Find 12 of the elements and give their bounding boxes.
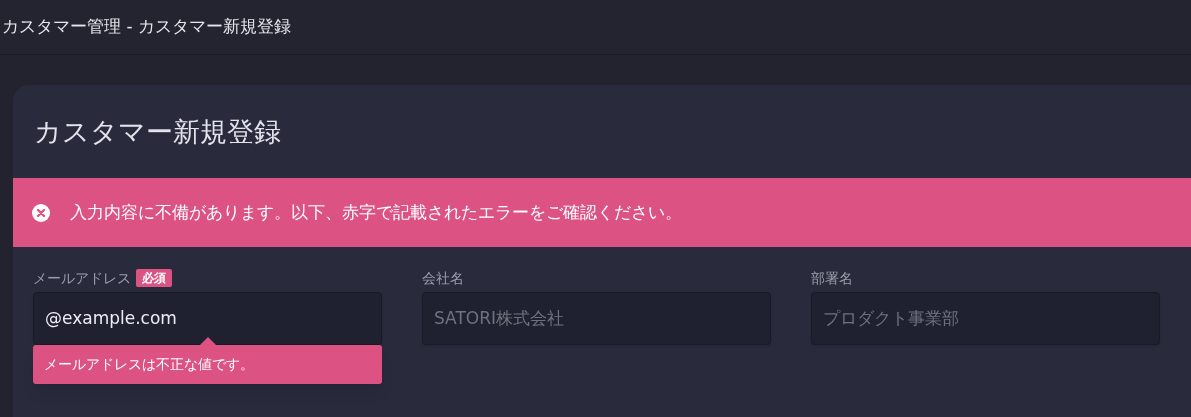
required-tag: 必須 [136,269,172,287]
field-label: メールアドレス [33,268,131,288]
alert-message: 入力内容に不備があります。以下、赤字で記載されたエラーをご確認ください。 [70,200,682,224]
text-field[interactable]: SATORI株式会社 [422,292,771,345]
text-field[interactable]: @example.com [33,292,382,345]
field-label: 部署名 [811,268,853,288]
form-title: カスタマー新規登録 [34,115,281,149]
page-title: カスタマー管理 - カスタマー新規登録 [2,15,291,39]
field-label: 会社名 [422,268,464,288]
close-circle-icon [32,203,50,222]
tooltip-pointer-icon [200,337,216,345]
text-field[interactable]: プロダクト事業部 [811,292,1160,345]
